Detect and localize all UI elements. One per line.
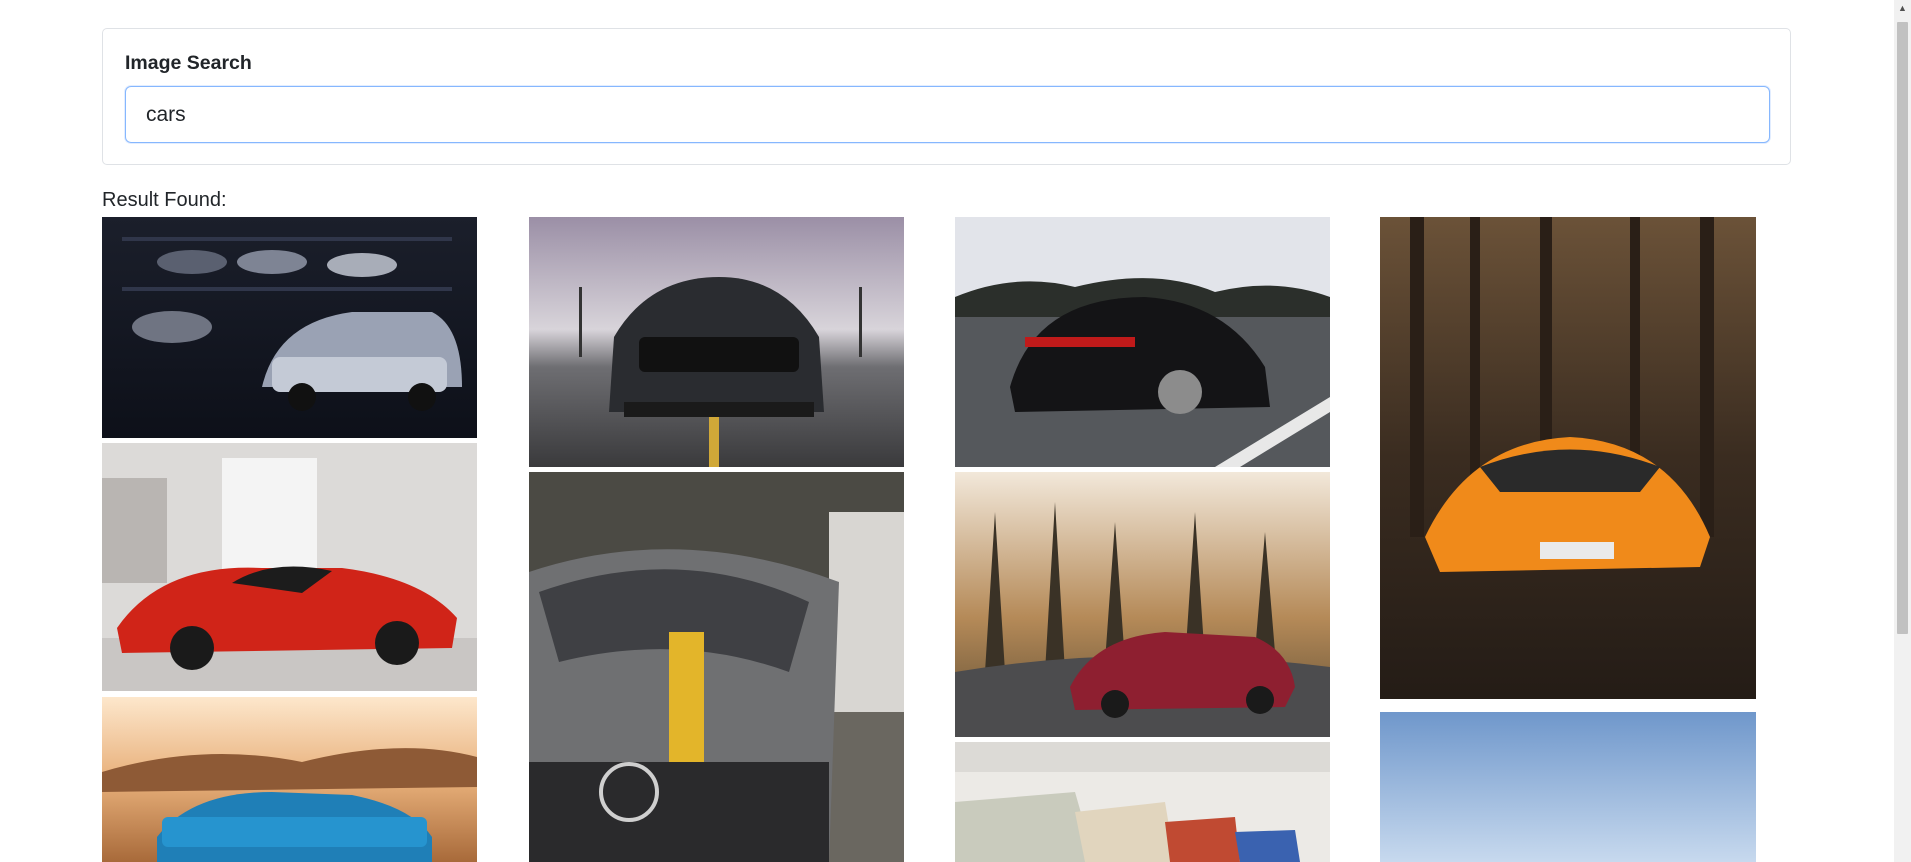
car-image-ferrari-showroom[interactable] [102,443,477,691]
scroll-up-icon[interactable]: ▲ [1894,0,1911,17]
car-image-mustang-front[interactable] [529,217,904,467]
car-image-bmw-collection[interactable] [955,742,1330,862]
car-image-camaro-garage[interactable] [102,217,477,438]
car-image-mercedes-hood[interactable] [529,472,904,862]
car-image-sky[interactable] [1380,712,1756,862]
result-found-label: Result Found: [102,189,227,211]
scrollbar-thumb[interactable] [1897,22,1908,634]
car-image-amg-forest[interactable] [955,472,1330,737]
car-image-lamborghini-forest[interactable] [1380,217,1756,699]
car-image-blue-camaro-desert[interactable] [102,697,477,862]
vertical-scrollbar[interactable]: ▲ [1894,0,1911,862]
search-input[interactable] [125,86,1770,143]
search-label: Image Search [125,52,252,74]
search-card: Image Search [102,28,1791,165]
car-image-porsche-road[interactable] [955,217,1330,467]
